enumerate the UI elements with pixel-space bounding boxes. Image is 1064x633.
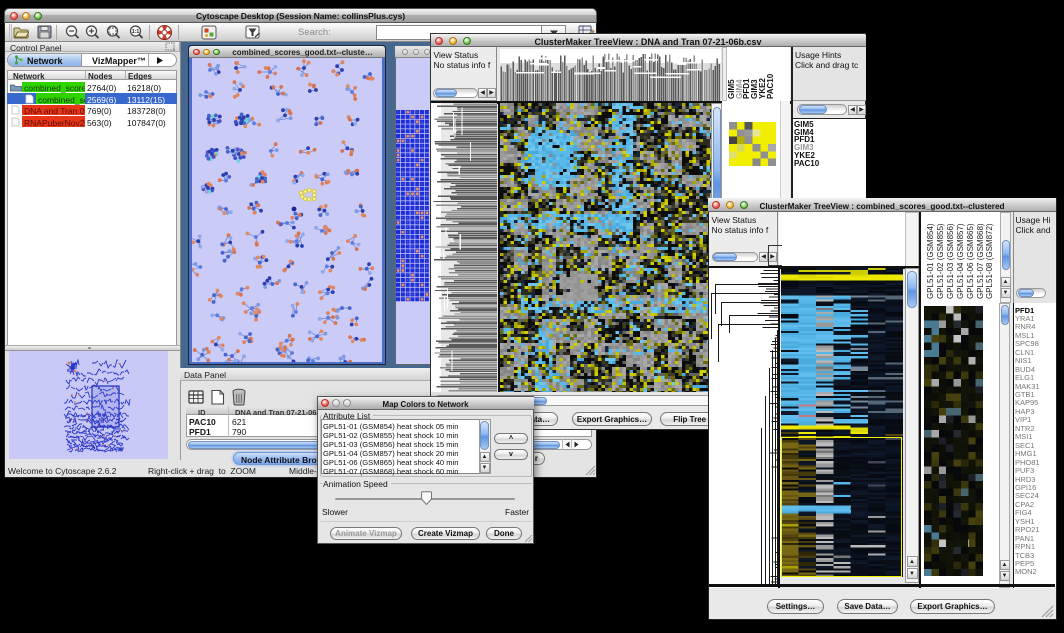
svg-text:1:1: 1:1 — [132, 29, 139, 35]
